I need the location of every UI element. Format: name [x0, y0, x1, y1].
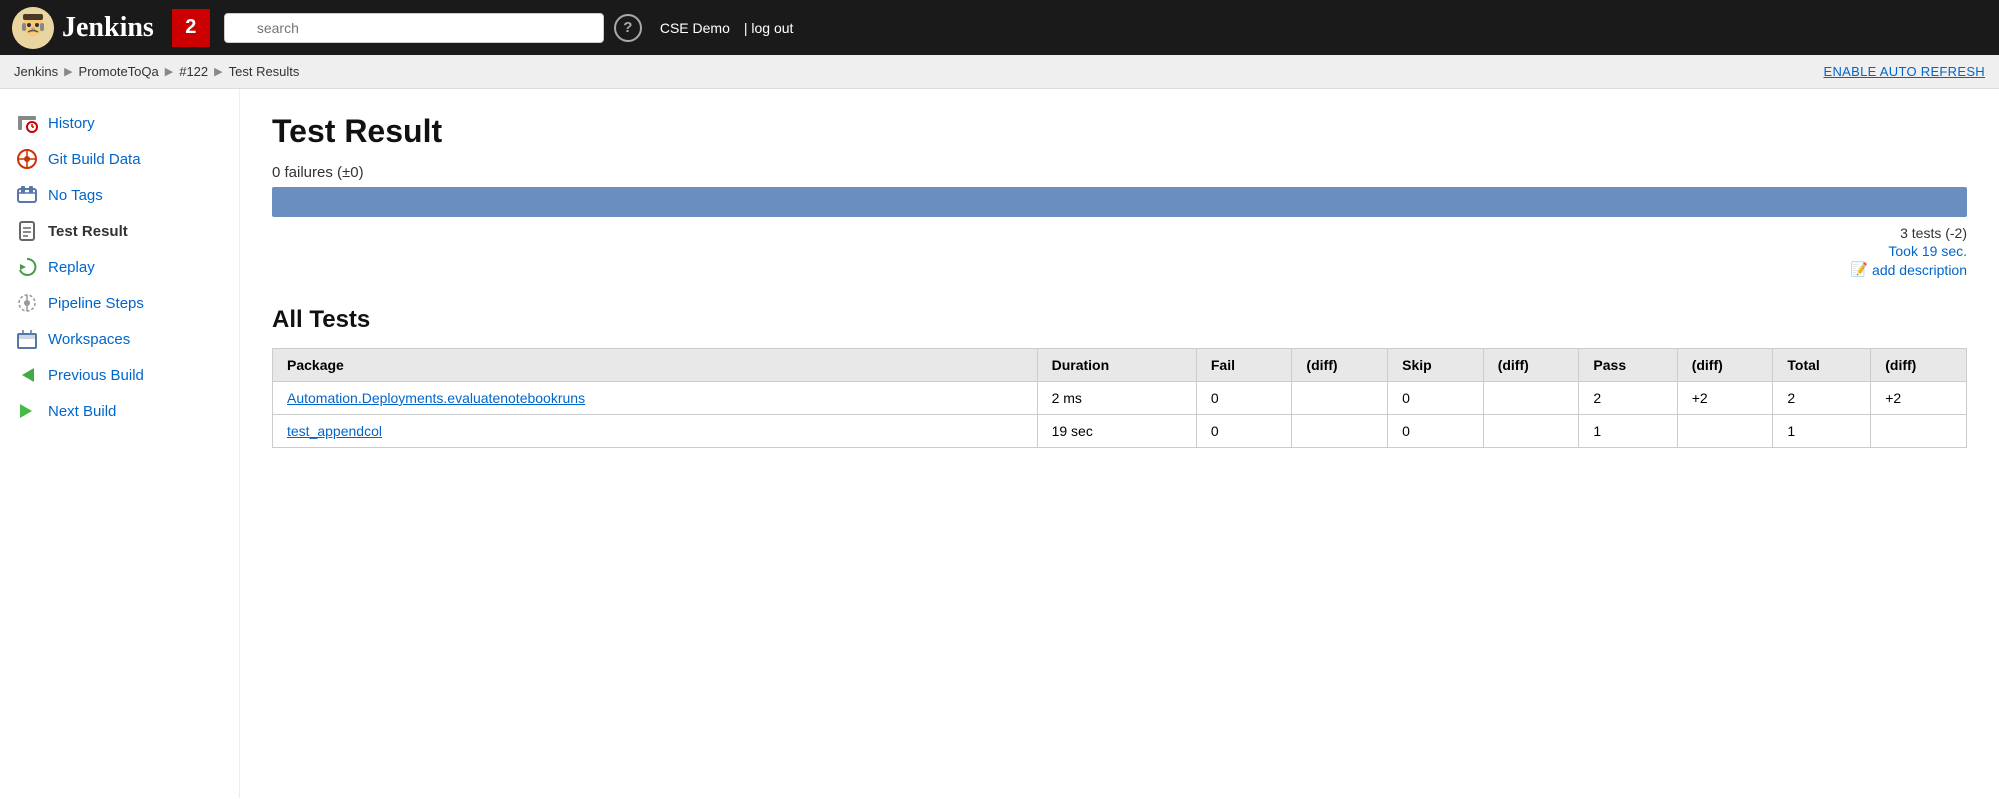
took-time: Took 19 sec.: [272, 243, 1967, 259]
git-icon: [16, 148, 38, 170]
sidebar-label-pipeline: Pipeline Steps: [48, 295, 144, 312]
row-1-pass: 1: [1579, 415, 1677, 448]
search-wrap: 🔍: [224, 13, 604, 43]
row-1-skip: 0: [1388, 415, 1484, 448]
table-header-row: Package Duration Fail (diff) Skip (diff)…: [273, 349, 1967, 382]
row-0-total: 2: [1773, 382, 1871, 415]
header: Jenkins 2 🔍 ? CSE Demo | log out: [0, 0, 1999, 55]
sidebar-item-workspaces[interactable]: Workspaces: [0, 321, 239, 357]
sidebar-label-replay: Replay: [48, 259, 95, 276]
row-0-skip-diff: [1483, 382, 1579, 415]
breadcrumb-sep-3: ▶: [214, 65, 222, 78]
th-fail: Fail: [1196, 349, 1292, 382]
search-input[interactable]: [224, 13, 604, 43]
tests-count-text: 3 tests (-2): [1900, 225, 1967, 241]
breadcrumb-jenkins[interactable]: Jenkins: [14, 64, 58, 79]
th-skip-diff: (diff): [1483, 349, 1579, 382]
pipeline-icon: [16, 292, 38, 314]
th-pass-diff: (diff): [1677, 349, 1773, 382]
notification-badge[interactable]: 2: [172, 9, 210, 47]
logo[interactable]: Jenkins: [12, 7, 154, 49]
results-table: Package Duration Fail (diff) Skip (diff)…: [272, 348, 1967, 448]
sidebar-label-next: Next Build: [48, 403, 116, 420]
row-1-skip-diff: [1483, 415, 1579, 448]
breadcrumb-test-results[interactable]: Test Results: [229, 64, 300, 79]
sidebar-item-history[interactable]: History: [0, 105, 239, 141]
sidebar: History Git Build Data No Tags Test Resu…: [0, 89, 240, 798]
test-progress-bar: [272, 187, 1967, 217]
tags-icon: [16, 184, 38, 206]
logo-text: Jenkins: [62, 12, 154, 44]
th-skip: Skip: [1388, 349, 1484, 382]
failures-text: 0 failures (±0): [272, 164, 1967, 181]
main-layout: History Git Build Data No Tags Test Resu…: [0, 89, 1999, 798]
sidebar-label-previous: Previous Build: [48, 367, 144, 384]
breadcrumb-sep-1: ▶: [64, 65, 72, 78]
header-username: CSE Demo: [660, 20, 730, 36]
add-description-label: add description: [1872, 262, 1967, 278]
row-1-package: test_appendcol: [273, 415, 1038, 448]
sidebar-label-no-tags: No Tags: [48, 187, 103, 204]
breadcrumb: Jenkins ▶ PromoteToQa ▶ #122 ▶ Test Resu…: [0, 55, 1999, 89]
table-row: test_appendcol19 sec0011: [273, 415, 1967, 448]
page-title: Test Result: [272, 113, 1967, 150]
sidebar-item-test-result[interactable]: Test Result: [0, 213, 239, 249]
help-icon[interactable]: ?: [614, 14, 642, 42]
row-1-total: 1: [1773, 415, 1871, 448]
row-1-total-diff: [1871, 415, 1967, 448]
sidebar-label-test-result: Test Result: [48, 223, 128, 240]
row-0-fail-diff: [1292, 382, 1388, 415]
took-link[interactable]: Took 19 sec.: [1888, 243, 1967, 259]
test-count: 3 tests (-2): [272, 225, 1967, 241]
row-0-total-diff: +2: [1871, 382, 1967, 415]
row-1-fail: 0: [1196, 415, 1292, 448]
breadcrumb-sep-2: ▶: [165, 65, 173, 78]
breadcrumb-promotetoga[interactable]: PromoteToQa: [79, 64, 159, 79]
th-total: Total: [1773, 349, 1871, 382]
sidebar-item-replay[interactable]: Replay: [0, 249, 239, 285]
th-total-diff: (diff): [1871, 349, 1967, 382]
sidebar-item-no-tags[interactable]: No Tags: [0, 177, 239, 213]
row-0-fail: 0: [1196, 382, 1292, 415]
breadcrumb-build[interactable]: #122: [179, 64, 208, 79]
sidebar-item-previous-build[interactable]: Previous Build: [0, 357, 239, 393]
sidebar-item-next-build[interactable]: Next Build: [0, 393, 239, 429]
sidebar-label-history: History: [48, 115, 95, 132]
history-icon: [16, 112, 38, 134]
all-tests-title: All Tests: [272, 306, 1967, 334]
sidebar-label-git: Git Build Data: [48, 151, 141, 168]
sidebar-item-git-build-data[interactable]: Git Build Data: [0, 141, 239, 177]
auto-refresh-link[interactable]: ENABLE AUTO REFRESH: [1823, 64, 1985, 79]
add-description-wrap: 📝 add description: [272, 261, 1967, 278]
replay-icon: [16, 256, 38, 278]
row-0-package: Automation.Deployments.evaluatenotebookr…: [273, 382, 1038, 415]
content-area: Test Result 0 failures (±0) 3 tests (-2)…: [240, 89, 1999, 798]
row-1-duration: 19 sec: [1037, 415, 1196, 448]
sidebar-item-pipeline-steps[interactable]: Pipeline Steps: [0, 285, 239, 321]
logout-label: log out: [751, 20, 793, 36]
th-pass: Pass: [1579, 349, 1677, 382]
prev-icon: [16, 364, 38, 386]
row-0-pass: 2: [1579, 382, 1677, 415]
row-0-package-link[interactable]: Automation.Deployments.evaluatenotebookr…: [287, 390, 585, 406]
logo-icon: [12, 7, 54, 49]
test-result-icon: [16, 220, 38, 242]
th-package: Package: [273, 349, 1038, 382]
edit-icon: 📝: [1851, 261, 1868, 278]
row-1-pass-diff: [1677, 415, 1773, 448]
workspace-icon: [16, 328, 38, 350]
row-0-skip: 0: [1388, 382, 1484, 415]
table-row: Automation.Deployments.evaluatenotebookr…: [273, 382, 1967, 415]
row-1-package-link[interactable]: test_appendcol: [287, 423, 382, 439]
next-icon: [16, 400, 38, 422]
row-1-fail-diff: [1292, 415, 1388, 448]
sidebar-label-workspaces: Workspaces: [48, 331, 130, 348]
row-0-pass-diff: +2: [1677, 382, 1773, 415]
th-fail-diff: (diff): [1292, 349, 1388, 382]
row-0-duration: 2 ms: [1037, 382, 1196, 415]
th-duration: Duration: [1037, 349, 1196, 382]
logout-link[interactable]: | log out: [744, 20, 794, 36]
add-description-link[interactable]: 📝 add description: [272, 261, 1967, 278]
